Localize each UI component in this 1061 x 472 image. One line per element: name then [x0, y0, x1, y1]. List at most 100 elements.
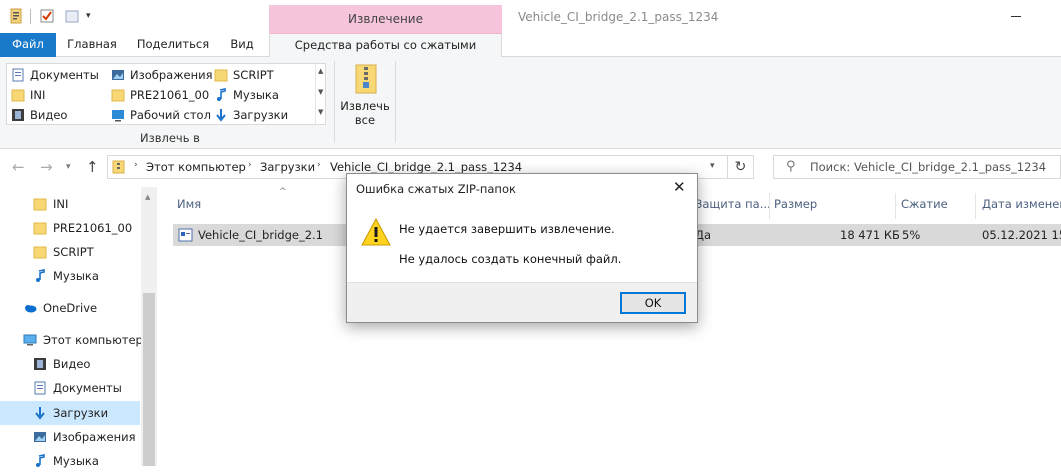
extract-to-documents[interactable]: Документы — [11, 66, 99, 84]
ribbon-tabs: Файл Главная Поделиться Вид Средства раб… — [0, 33, 1061, 74]
column-divider[interactable] — [975, 193, 976, 219]
tab-file[interactable]: Файл — [0, 33, 56, 57]
documents-icon — [34, 381, 46, 395]
recent-locations-chevron-icon[interactable]: ▾ — [66, 159, 71, 175]
gallery-item-label: Документы — [30, 68, 99, 82]
nav-item-label: Этот компьютер — [43, 333, 143, 347]
nav-item-pictures[interactable]: Изображения — [33, 426, 136, 448]
gallery-item-label: Загрузки — [233, 108, 289, 122]
music-icon — [36, 269, 45, 282]
gallery-item-label: Музыка — [233, 88, 279, 102]
column-header-size[interactable]: Размер — [774, 197, 817, 211]
chevron-down-icon[interactable]: ▼ — [318, 88, 323, 96]
nav-item-music[interactable]: Музыка — [33, 265, 99, 287]
column-header-protection[interactable]: Защита па... — [695, 197, 771, 211]
quick-access-separator — [30, 9, 31, 24]
zip-error-dialog: Ошибка сжатых ZIP-папок ✕ Не удается зав… — [346, 173, 698, 323]
sort-chevron-up-icon: ^ — [279, 187, 287, 197]
title-bar: ▾ Извлечение Vehicle_CI_bridge_2.1_pass_… — [0, 0, 1061, 33]
minimize-icon[interactable] — [1011, 16, 1021, 17]
extract-all-button[interactable]: Извлечь все — [339, 61, 391, 129]
column-divider[interactable] — [769, 193, 770, 219]
extract-context-tab: Извлечение — [269, 5, 502, 33]
folder-icon — [214, 69, 228, 82]
new-folder-icon[interactable] — [64, 8, 80, 24]
folder-icon — [111, 89, 125, 102]
video-icon — [34, 358, 46, 370]
breadcrumb-chevron-icon[interactable]: › — [248, 160, 252, 170]
breadcrumb-current-folder[interactable]: Vehicle_CI_bridge_2.1_pass_1234 — [330, 160, 522, 174]
warning-icon — [361, 218, 391, 246]
extract-to-ini[interactable]: INI — [11, 86, 45, 104]
zip-file-icon — [178, 228, 193, 242]
navigation-pane: INI PRE21061_00 SCRIPT Музыка OneDrive Э… — [0, 187, 157, 468]
column-header-date[interactable]: Дата изменени — [982, 197, 1061, 211]
nav-item-label: INI — [53, 197, 69, 211]
pictures-icon — [112, 70, 124, 80]
gallery-item-label: Видео — [30, 108, 68, 122]
back-arrow-icon[interactable]: ← — [12, 159, 25, 175]
breadcrumb-downloads[interactable]: Загрузки — [260, 160, 315, 174]
nav-item-this-pc[interactable]: Этот компьютер — [23, 329, 143, 351]
breadcrumb-chevron-icon[interactable]: › — [317, 160, 321, 170]
nav-item-onedrive[interactable]: OneDrive — [23, 297, 97, 319]
file-name: Vehicle_CI_bridge_2.1 — [198, 228, 323, 242]
extract-to-video[interactable]: Видео — [11, 106, 67, 124]
tab-share[interactable]: Поделиться — [130, 33, 216, 57]
forward-arrow-icon[interactable]: → — [40, 159, 53, 175]
quick-access-dropdown-icon[interactable]: ▾ — [86, 12, 94, 21]
desktop-icon — [112, 110, 124, 122]
search-icon: ⚲ — [786, 159, 796, 174]
tab-home[interactable]: Главная — [60, 33, 124, 57]
close-icon[interactable]: ✕ — [673, 178, 686, 196]
chevron-up-icon[interactable]: ▲ — [318, 67, 323, 75]
nav-item-pre21061[interactable]: PRE21061_00 — [33, 217, 132, 239]
search-input[interactable]: ⚲ Поиск: Vehicle_CI_bridge_2.1_pass_1234 — [773, 155, 1061, 179]
folder-icon — [33, 222, 47, 235]
extract-to-music[interactable]: Музыка — [214, 86, 279, 104]
up-arrow-icon[interactable]: ↑ — [86, 159, 99, 175]
extract-to-script[interactable]: SCRIPT — [214, 66, 274, 84]
dialog-title: Ошибка сжатых ZIP-папок — [356, 182, 516, 196]
gallery-item-label: SCRIPT — [233, 68, 274, 82]
nav-pane-scrollbar[interactable]: ▲ — [141, 187, 157, 466]
scroll-up-icon[interactable]: ▲ — [145, 193, 150, 201]
nav-item-downloads[interactable]: Загрузки — [33, 402, 108, 424]
extract-all-label: Извлечь все — [339, 99, 391, 127]
extract-to-downloads[interactable]: Загрузки — [214, 106, 288, 124]
zip-folder-icon — [112, 160, 125, 174]
ribbon-body: Документы INI Видео Изображения PRE21061… — [0, 57, 1061, 149]
nav-item-documents[interactable]: Документы — [33, 377, 122, 399]
column-header-name[interactable]: Имя — [177, 197, 201, 211]
nav-item-label: SCRIPT — [53, 245, 94, 259]
tab-compressed-tools[interactable]: Средства работы со сжатыми папками — [269, 33, 502, 74]
extract-to-desktop[interactable]: Рабочий стол — [111, 106, 211, 124]
nav-item-music[interactable]: Музыка — [33, 450, 99, 472]
extract-to-pre21061[interactable]: PRE21061_00 — [111, 86, 209, 104]
refresh-button[interactable]: ↻ — [728, 155, 754, 179]
nav-item-ini[interactable]: INI — [33, 193, 68, 215]
properties-icon[interactable] — [8, 8, 24, 24]
extract-to-gallery: Документы INI Видео Изображения PRE21061… — [6, 63, 326, 125]
tab-view[interactable]: Вид — [222, 33, 262, 57]
nav-item-video[interactable]: Видео — [33, 353, 90, 375]
dialog-detail: Не удалось создать конечный файл. — [399, 252, 622, 266]
gallery-scrollbar[interactable]: ▲ ▼ ▼ — [315, 64, 326, 124]
expand-gallery-icon[interactable]: ▼ — [318, 108, 323, 116]
ok-button[interactable]: OK — [620, 292, 686, 314]
extract-all-label-line2: все — [354, 113, 376, 127]
folder-icon — [33, 246, 47, 259]
checkmark-icon[interactable] — [39, 8, 55, 24]
scrollbar-thumb[interactable] — [143, 293, 155, 466]
ribbon-separator — [334, 61, 335, 143]
breadcrumb-chevron-icon[interactable]: › — [134, 160, 138, 170]
breadcrumb-this-pc[interactable]: Этот компьютер — [146, 160, 246, 174]
column-divider[interactable] — [895, 193, 896, 219]
column-header-compression[interactable]: Сжатие — [901, 197, 948, 211]
address-dropdown-icon[interactable]: ▾ — [710, 161, 715, 171]
nav-item-script[interactable]: SCRIPT — [33, 241, 94, 263]
downloads-icon — [216, 109, 226, 122]
extract-to-group-label: Извлечь в — [140, 131, 200, 145]
nav-item-label: Изображения — [53, 430, 136, 444]
extract-to-pictures[interactable]: Изображения — [111, 66, 213, 84]
